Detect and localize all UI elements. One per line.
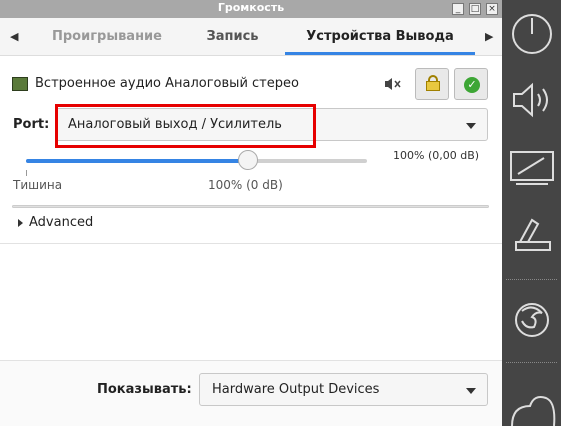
firefox-icon[interactable]: [508, 295, 556, 343]
port-label: Port:: [13, 117, 50, 132]
show-devices-value: Hardware Output Devices: [212, 382, 380, 397]
speaker-icon[interactable]: [508, 76, 556, 124]
display-icon[interactable]: [508, 144, 556, 192]
volume-slider[interactable]: [26, 150, 367, 170]
scanner-icon[interactable]: [508, 212, 556, 260]
show-devices-select[interactable]: Hardware Output Devices: [199, 373, 488, 406]
volume-slider-fill: [26, 159, 248, 163]
panel-separator: [506, 279, 557, 281]
separator: [12, 205, 489, 208]
window-title: Громкость: [217, 1, 285, 14]
sound-card-icon: [12, 77, 28, 91]
check-icon: ✓: [464, 77, 480, 93]
mute-icon[interactable]: [384, 77, 402, 91]
lock-channels-button[interactable]: [415, 68, 449, 100]
title-bar: Громкость _ □ ×: [0, 0, 502, 18]
tab-bar: ◀ Проигрывание Запись Устройства Вывода …: [0, 18, 502, 56]
tab-scroll-right-icon[interactable]: ▶: [485, 18, 493, 55]
device-name: Встроенное аудио Аналоговый стерео: [35, 76, 299, 91]
close-button[interactable]: ×: [486, 3, 498, 15]
volume-window: Громкость _ □ × ◀ Проигрывание Запись Ус…: [0, 0, 502, 426]
volume-slider-handle[interactable]: [238, 150, 258, 170]
footer-divider: [0, 360, 502, 361]
silence-label: Тишина: [13, 178, 63, 192]
tab-recording[interactable]: Запись: [185, 18, 280, 55]
chevron-down-icon: [466, 123, 476, 129]
side-panel: [502, 0, 561, 427]
device-row: Встроенное аудио Аналоговый стерео ✓: [12, 68, 492, 100]
set-default-button[interactable]: ✓: [454, 68, 488, 100]
advanced-label: Advanced: [29, 215, 94, 230]
chevron-down-icon: [466, 388, 476, 394]
hundred-percent-label: 100% (0 dB): [208, 178, 283, 192]
tab-scroll-left-icon[interactable]: ◀: [10, 18, 18, 55]
volume-readout: 100% (0,00 dB): [393, 149, 480, 162]
panel-separator: [506, 362, 557, 364]
cloud-icon[interactable]: [508, 390, 556, 438]
maximize-button[interactable]: □: [469, 3, 481, 15]
highlight-box: [55, 104, 316, 148]
silence-tick: [26, 170, 27, 176]
expander-arrow-icon: [18, 218, 23, 227]
show-label: Показывать:: [97, 382, 192, 397]
minimize-button[interactable]: _: [452, 3, 464, 15]
tab-playback[interactable]: Проигрывание: [32, 18, 182, 55]
divider: [0, 243, 502, 244]
advanced-expander[interactable]: Advanced: [18, 215, 93, 230]
power-icon[interactable]: [508, 8, 556, 56]
tab-output-devices[interactable]: Устройства Вывода: [285, 18, 475, 55]
